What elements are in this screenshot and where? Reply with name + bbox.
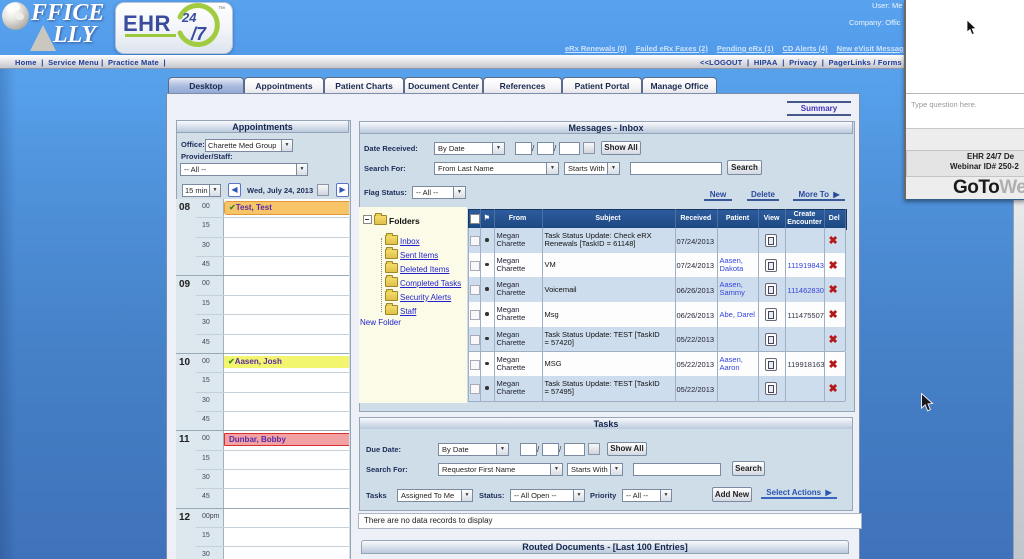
svg-text:/7: /7	[190, 24, 207, 44]
svg-text:™: ™	[218, 6, 225, 13]
svg-text:24: 24	[181, 10, 197, 25]
